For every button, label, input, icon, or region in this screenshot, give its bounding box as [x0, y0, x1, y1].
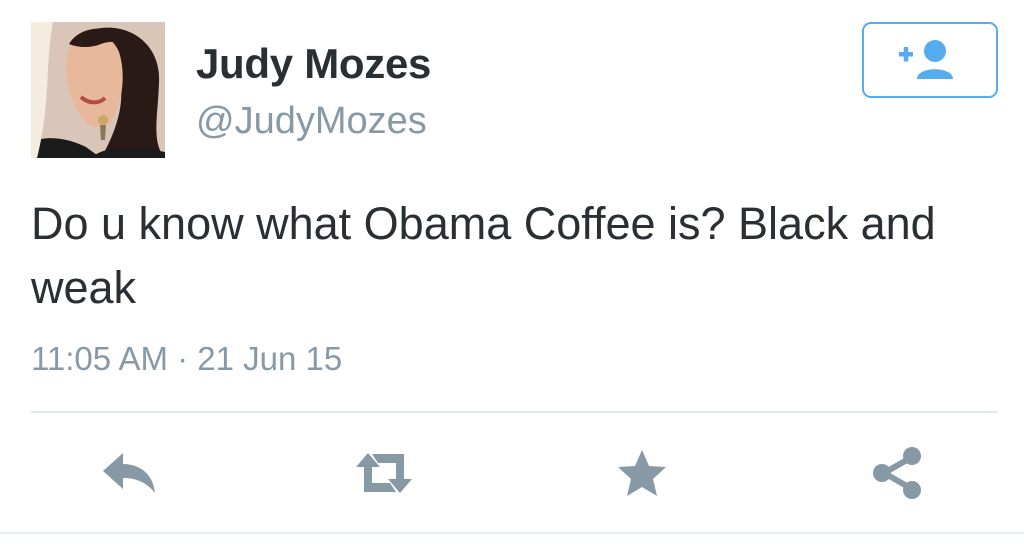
tweet-text: Do u know what Obama Coffee is? Black an… [31, 198, 936, 313]
retweet-icon [356, 453, 412, 493]
favorite-button[interactable] [612, 445, 672, 501]
share-icon [873, 447, 921, 499]
user-handle[interactable]: @JudyMozes [196, 100, 427, 143]
divider [31, 411, 998, 413]
retweet-button[interactable] [354, 445, 414, 501]
profile-photo [31, 22, 165, 158]
tweet-timestamp[interactable]: 11:05 AM · 21 Jun 15 [31, 340, 342, 378]
display-name[interactable]: Judy Mozes [196, 40, 431, 88]
avatar[interactable] [31, 22, 165, 158]
star-icon [618, 450, 666, 496]
share-button[interactable] [868, 445, 928, 501]
tweet-card: Judy Mozes @JudyMozes Do u know what Oba… [0, 0, 1024, 552]
reply-button[interactable] [99, 445, 159, 501]
follow-button[interactable] [862, 22, 998, 98]
bottom-border [0, 532, 1024, 534]
follow-user-icon [899, 40, 953, 79]
reply-icon [103, 453, 155, 493]
